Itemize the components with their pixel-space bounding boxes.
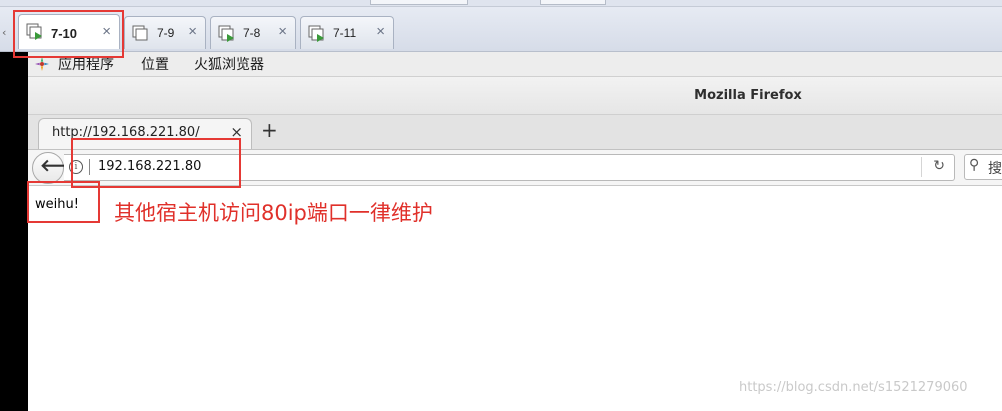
back-button[interactable]: 🡐	[32, 152, 86, 184]
vm-icon	[308, 25, 324, 42]
close-icon[interactable]: ×	[188, 23, 197, 40]
vm-tab-strip: ‹ 7-10 × 7-9 × 7-8 × 7-11 ×	[0, 0, 1002, 52]
vm-icon	[218, 25, 234, 42]
highlight-box-content	[27, 181, 100, 223]
new-tab-icon[interactable]: +	[261, 118, 278, 142]
search-placeholder: 搜	[988, 161, 1002, 177]
vm-toolbar-widget[interactable]	[370, 0, 468, 5]
url-bar-divider	[921, 157, 922, 177]
window-title: Mozilla Firefox	[694, 88, 802, 103]
search-icon: ⚲	[969, 157, 980, 173]
highlight-box-vm-tab	[13, 10, 124, 58]
vm-icon	[132, 25, 148, 41]
annotation-text: 其他宿主机访问80ip端口一律维护	[114, 201, 433, 225]
vm-top-toolbar	[0, 0, 1002, 7]
vm-tab-7-8[interactable]: 7-8 ×	[210, 16, 296, 49]
apps-icon	[35, 57, 49, 71]
vm-tab-7-9[interactable]: 7-9 ×	[124, 16, 206, 49]
close-icon[interactable]: ×	[278, 23, 287, 40]
tab-scroll-left-icon[interactable]: ‹	[2, 26, 6, 39]
firefox-menu[interactable]: 火狐浏览器	[194, 54, 264, 74]
window-titlebar[interactable]: Mozilla Firefox	[28, 77, 1002, 115]
vm-tab-label: 7-8	[243, 26, 261, 40]
watermark: https://blog.csdn.net/s1521279060	[739, 380, 968, 395]
close-icon[interactable]: ×	[376, 23, 385, 40]
vm-tab-label: 7-9	[157, 26, 175, 40]
gnome-top-bar: 应用程序 位置 火狐浏览器	[28, 52, 1002, 77]
vm-toolbar-widget[interactable]	[540, 0, 606, 5]
vm-tab-7-11[interactable]: 7-11 ×	[300, 16, 394, 49]
search-input[interactable]: ⚲ 搜	[964, 154, 1002, 180]
guest-screen-border	[0, 52, 28, 411]
vm-tab-label: 7-11	[333, 26, 357, 40]
reload-icon[interactable]: ↻	[933, 158, 945, 174]
places-menu[interactable]: 位置	[141, 54, 169, 74]
